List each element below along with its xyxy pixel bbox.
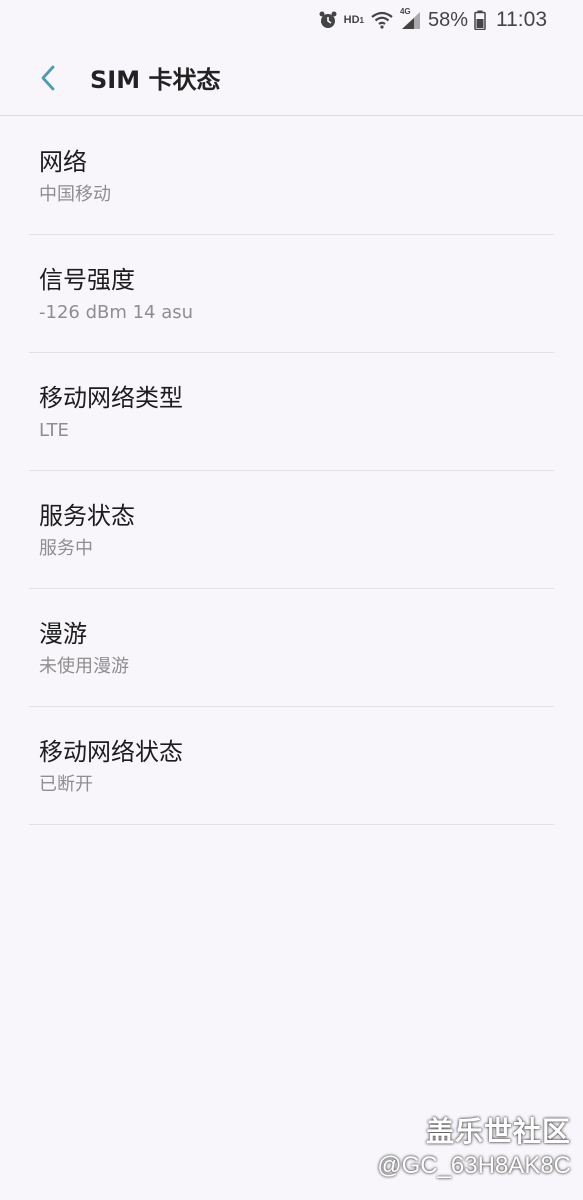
page-title: SIM 卡状态 bbox=[90, 66, 221, 94]
chevron-left-icon bbox=[41, 65, 55, 90]
list-item-mobile-network-state: 移动网络状态 已断开 bbox=[29, 707, 554, 825]
list-item-signal-strength: 信号强度 -126 dBm 14 asu bbox=[29, 235, 554, 353]
watermark: 盖乐世社区 @GC_63H8AK8C bbox=[377, 1110, 571, 1180]
item-value: LTE bbox=[39, 420, 69, 441]
item-title: 网络 bbox=[39, 148, 87, 176]
list-item-service-state: 服务状态 服务中 bbox=[29, 471, 554, 589]
item-title: 漫游 bbox=[39, 620, 87, 648]
battery-icon bbox=[474, 10, 486, 30]
sim-status-list: 网络 中国移动 信号强度 -126 dBm 14 asu 移动网络类型 LTE … bbox=[29, 117, 554, 825]
list-item-network: 网络 中国移动 bbox=[29, 117, 554, 235]
item-value: 服务中 bbox=[39, 538, 93, 559]
wifi-icon bbox=[370, 10, 394, 30]
watermark-brand: 盖乐世社区 bbox=[425, 1115, 571, 1148]
item-title: 服务状态 bbox=[39, 502, 135, 530]
app-bar: SIM 卡状态 bbox=[0, 40, 583, 116]
item-value: 未使用漫游 bbox=[39, 656, 129, 677]
list-item-network-type: 移动网络类型 LTE bbox=[29, 353, 554, 471]
battery-percent: 58% bbox=[427, 8, 468, 31]
status-clock: 11:03 bbox=[496, 8, 547, 31]
item-value: -126 dBm 14 asu bbox=[39, 302, 194, 323]
alarm-icon bbox=[318, 10, 338, 30]
signal-4g-icon: 4G bbox=[400, 7, 422, 30]
list-item-roaming: 漫游 未使用漫游 bbox=[29, 589, 554, 707]
status-bar: HD 1 4G 58% 11:03 bbox=[0, 0, 583, 40]
item-title: 信号强度 bbox=[39, 266, 135, 294]
item-title: 移动网络状态 bbox=[39, 738, 183, 766]
item-value: 已断开 bbox=[39, 774, 93, 795]
back-button[interactable] bbox=[18, 48, 78, 108]
watermark-user: @GC_63H8AK8C bbox=[377, 1152, 571, 1179]
item-value: 中国移动 bbox=[39, 184, 111, 205]
hd-voice-icon: HD 1 bbox=[343, 14, 364, 26]
item-title: 移动网络类型 bbox=[39, 384, 183, 412]
